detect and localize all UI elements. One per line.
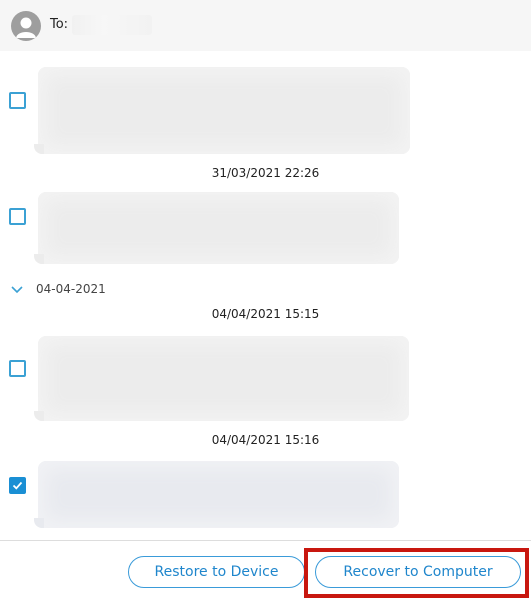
message-checkbox[interactable] [9,208,26,225]
message-bubble[interactable] [34,192,399,264]
conversation-header: To: [0,0,531,51]
checkmark-icon [12,481,23,490]
message-bubble[interactable] [34,67,410,154]
message-bubble[interactable] [34,336,409,421]
message-timestamp: 31/03/2021 22:26 [211,166,320,180]
date-group-label: 04-04-2021 [36,282,106,296]
recipient-value-redacted [72,15,152,35]
chevron-down-icon [11,286,23,294]
message-checkbox-checked[interactable] [9,477,26,494]
recover-to-computer-button[interactable]: Recover to Computer [315,556,521,588]
message-timestamp: 04/04/2021 15:15 [211,307,320,321]
message-checkbox[interactable] [9,360,26,377]
recipient-label: To: [50,17,69,32]
message-bubble-selected[interactable] [34,461,399,528]
message-timestamp: 04/04/2021 15:16 [211,433,320,447]
person-icon [11,11,41,41]
restore-to-device-button[interactable]: Restore to Device [128,556,305,588]
action-footer: Restore to Device Recover to Computer [0,540,531,601]
message-checkbox[interactable] [9,92,26,109]
date-group-toggle[interactable]: 04-04-2021 [10,281,106,297]
